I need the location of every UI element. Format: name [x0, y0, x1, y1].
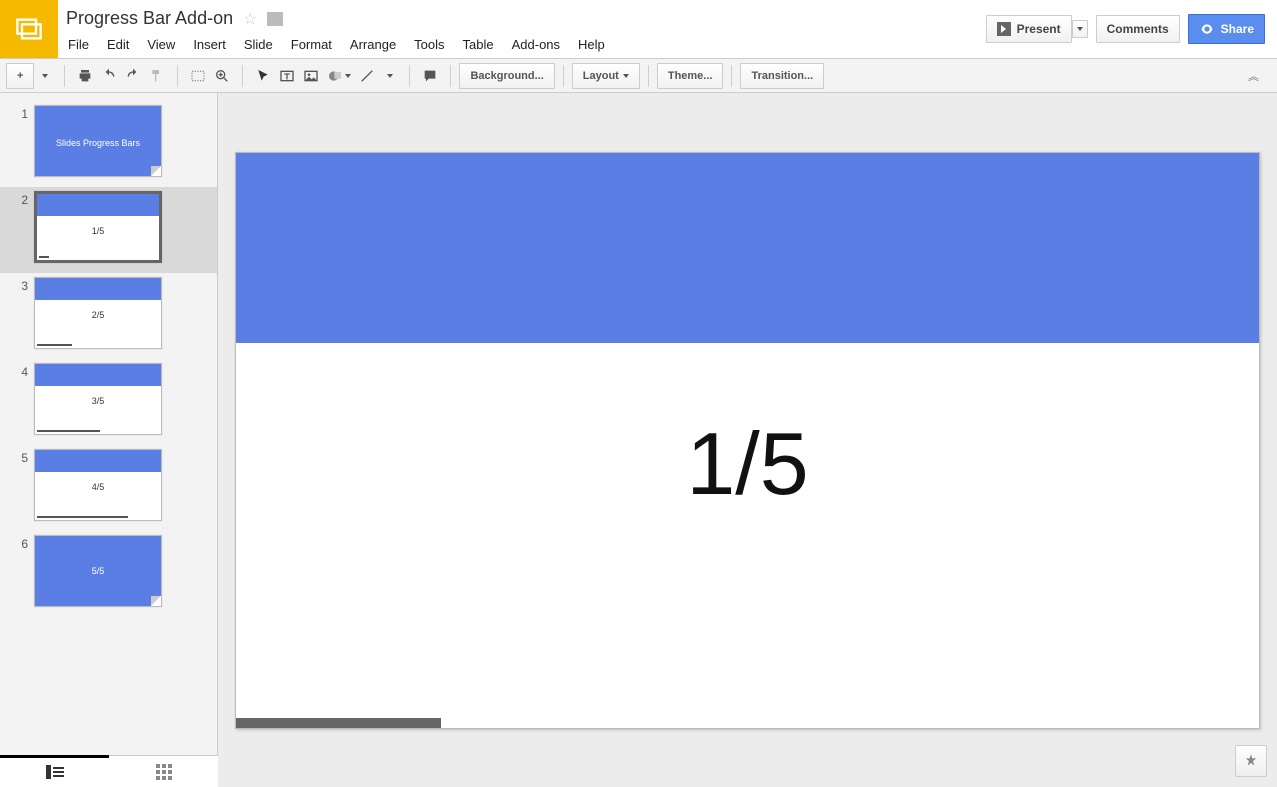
folder-icon[interactable]	[267, 12, 283, 26]
image-tool[interactable]	[299, 64, 323, 88]
slides-logo[interactable]	[0, 0, 58, 58]
thumb-title-label: 5/5	[35, 566, 161, 576]
menu-format[interactable]: Format	[291, 37, 332, 52]
line-tool[interactable]	[355, 64, 379, 88]
thumb-number: 3	[10, 277, 28, 293]
thumb-label: 1/5	[37, 226, 159, 236]
menu-view[interactable]: View	[147, 37, 175, 52]
print-button[interactable]	[73, 64, 97, 88]
slide-header-shape[interactable]	[236, 153, 1259, 343]
fit-button[interactable]	[186, 64, 210, 88]
redo-button[interactable]	[121, 64, 145, 88]
present-button[interactable]: Present	[986, 15, 1072, 43]
transition-button[interactable]: Transition...	[740, 63, 824, 89]
grid-view-button[interactable]	[109, 756, 218, 787]
star-icon[interactable]: ☆	[243, 9, 257, 29]
menu-add-ons[interactable]: Add-ons	[512, 37, 560, 52]
thumb-label: 2/5	[35, 310, 161, 320]
thumb-label: 3/5	[35, 396, 161, 406]
thumb-number: 4	[10, 363, 28, 379]
thumb-row-4[interactable]: 4 3/5	[0, 359, 217, 445]
play-icon	[997, 22, 1011, 36]
paint-format-button[interactable]	[145, 64, 169, 88]
slide-text[interactable]: 1/5	[236, 413, 1259, 515]
menu-insert[interactable]: Insert	[193, 37, 226, 52]
menu-slide[interactable]: Slide	[244, 37, 273, 52]
thumb-progress-bar	[37, 516, 128, 518]
thumb-number: 2	[10, 191, 28, 207]
menu-help[interactable]: Help	[578, 37, 605, 52]
comments-button[interactable]: Comments	[1096, 15, 1180, 43]
theme-button[interactable]: Theme...	[657, 63, 724, 89]
thumb-title-label: Slides Progress Bars	[35, 138, 161, 148]
new-slide-dropdown[interactable]	[34, 64, 56, 88]
thumb-row-6[interactable]: 6 5/5	[0, 531, 217, 617]
thumb-3[interactable]: 2/5	[34, 277, 162, 349]
shape-tool[interactable]	[323, 64, 355, 88]
zoom-button[interactable]	[210, 64, 234, 88]
layout-label: Layout	[583, 70, 619, 82]
thumb-row-1[interactable]: 1 Slides Progress Bars	[0, 101, 217, 187]
menu-file[interactable]: File	[68, 37, 89, 52]
thumb-4[interactable]: 3/5	[34, 363, 162, 435]
thumb-number: 1	[10, 105, 28, 121]
share-button[interactable]: Share	[1188, 14, 1265, 44]
thumb-row-3[interactable]: 3 2/5	[0, 273, 217, 359]
thumb-5[interactable]: 4/5	[34, 449, 162, 521]
undo-button[interactable]	[97, 64, 121, 88]
thumb-progress-bar	[37, 430, 100, 432]
new-slide-button[interactable]: +	[6, 63, 34, 89]
present-label: Present	[1017, 22, 1061, 36]
menu-tools[interactable]: Tools	[414, 37, 444, 52]
share-label: Share	[1221, 22, 1254, 36]
slide-progress-bar[interactable]	[236, 718, 441, 728]
present-dropdown[interactable]	[1072, 20, 1088, 38]
collapse-toolbar-icon[interactable]: ︽	[1248, 68, 1259, 84]
thumb-2[interactable]: 1/5	[34, 191, 162, 263]
share-icon	[1199, 21, 1215, 37]
thumb-progress-bar	[37, 344, 72, 346]
slide-canvas[interactable]: 1/5	[235, 152, 1260, 729]
comment-tool[interactable]	[418, 64, 442, 88]
thumb-6[interactable]: 5/5	[34, 535, 162, 607]
canvas-area[interactable]: 1/5	[218, 93, 1277, 787]
background-button[interactable]: Background...	[459, 63, 554, 89]
filmstrip-view-button[interactable]	[0, 755, 109, 786]
thumb-number: 5	[10, 449, 28, 465]
doc-title[interactable]: Progress Bar Add-on	[66, 8, 233, 29]
line-dropdown[interactable]	[379, 64, 401, 88]
menu-table[interactable]: Table	[463, 37, 494, 52]
thumb-row-2[interactable]: 2 1/5	[0, 187, 217, 273]
menu-arrange[interactable]: Arrange	[350, 37, 396, 52]
thumb-row-5[interactable]: 5 4/5	[0, 445, 217, 531]
thumb-1[interactable]: Slides Progress Bars	[34, 105, 162, 177]
thumb-label: 4/5	[35, 482, 161, 492]
select-tool[interactable]	[251, 64, 275, 88]
layout-button[interactable]: Layout	[572, 63, 640, 89]
slide-panel[interactable]: 1 Slides Progress Bars 2 1/5 3 2/5 4 3/5 5 4/5 6 5/…	[0, 93, 218, 787]
thumb-number: 6	[10, 535, 28, 551]
thumb-progress-bar	[39, 256, 49, 258]
textbox-tool[interactable]	[275, 64, 299, 88]
menu-edit[interactable]: Edit	[107, 37, 129, 52]
explore-button[interactable]	[1235, 745, 1267, 777]
